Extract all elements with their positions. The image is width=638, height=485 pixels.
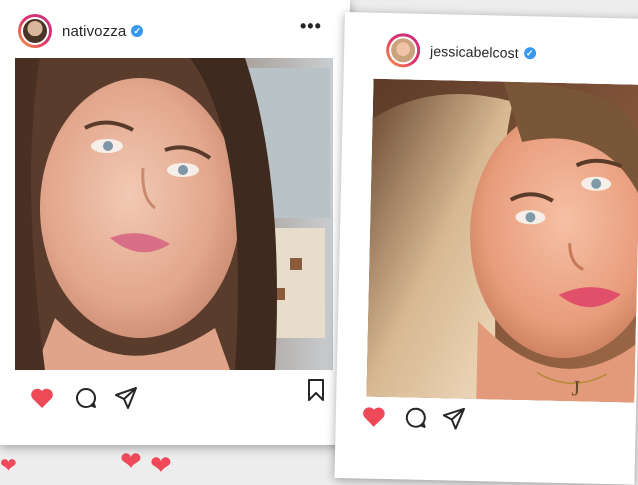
post-header: nativozza ✓ [18,14,144,48]
share-icon[interactable] [442,406,467,431]
svg-text:J: J [571,375,581,400]
verified-badge-icon: ✓ [131,25,144,37]
post-photo[interactable]: J [366,78,638,403]
comment-icon[interactable] [404,405,429,430]
heart-icon[interactable] [362,405,386,428]
post-header: jessicabelcost ✓ [385,32,536,70]
share-icon[interactable] [114,386,138,410]
heart-icon[interactable] [30,387,54,409]
comment-icon[interactable] [74,386,98,410]
post-card: jessicabelcost ✓ J [334,12,638,485]
background-heart-icon: ❤ [120,446,142,476]
username[interactable]: nativozza [62,23,126,40]
avatar[interactable] [385,32,421,68]
post-actions [362,404,467,430]
post-photo[interactable] [15,58,333,370]
verified-badge-icon: ✓ [523,47,536,60]
background-heart-icon: ❤ [150,450,172,480]
post-actions [30,386,138,410]
more-options-button[interactable]: ••• [300,16,322,37]
username[interactable]: jessicabelcost [430,43,519,61]
avatar[interactable] [18,14,52,48]
post-card: nativozza ✓ ••• [0,0,350,445]
bookmark-icon[interactable] [306,378,326,407]
background-heart-icon: ❤ [0,455,17,477]
